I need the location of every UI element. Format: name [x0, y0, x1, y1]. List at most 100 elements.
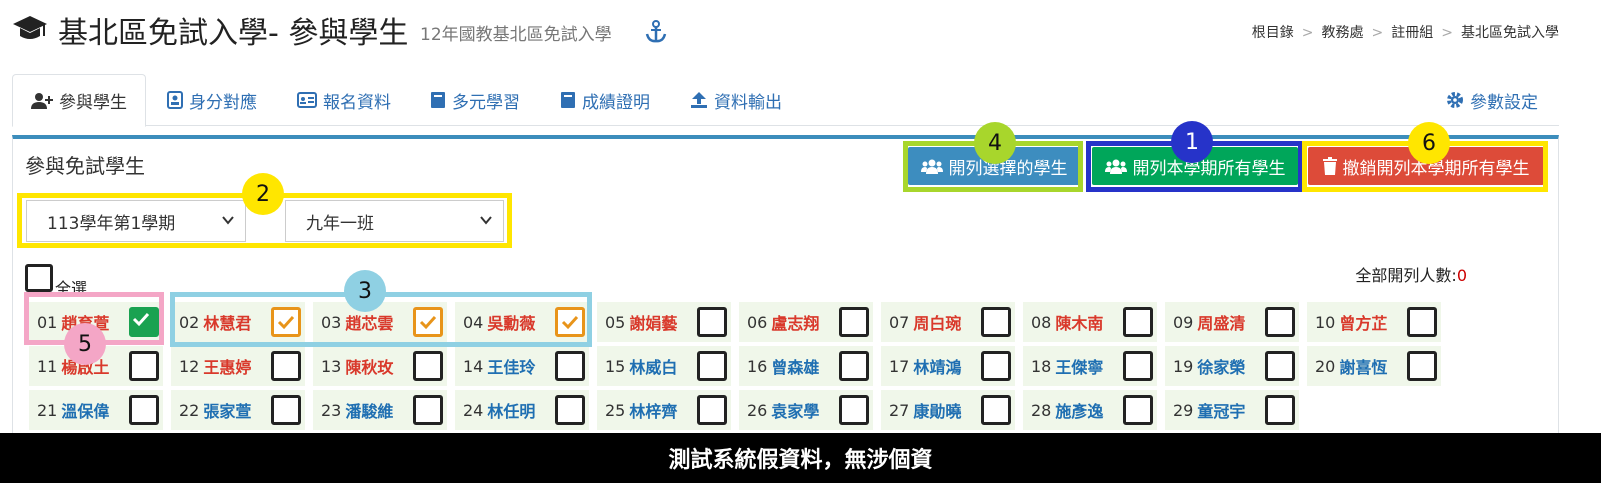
student-checkbox[interactable] [1123, 395, 1153, 425]
student-name: 曾森雄 [771, 358, 820, 377]
student-checkbox[interactable] [981, 307, 1011, 337]
student-checkbox[interactable] [1265, 395, 1295, 425]
student-cell[interactable]: 16 曾森雄 [739, 346, 873, 386]
student-checkbox[interactable] [839, 395, 869, 425]
student-checkbox[interactable] [1265, 307, 1295, 337]
student-cell[interactable]: 21 溫保偉 [29, 390, 163, 430]
student-checkbox[interactable] [555, 395, 585, 425]
student-seat-number: 02 [179, 312, 200, 332]
student-cell[interactable]: 23 潘駿維 [313, 390, 447, 430]
student-checkbox[interactable] [271, 351, 301, 381]
student-checkbox[interactable] [1123, 307, 1153, 337]
student-cell[interactable]: 10 曾方芷 [1307, 302, 1441, 342]
student-checkbox[interactable] [271, 395, 301, 425]
breadcrumb-item[interactable]: 根目錄 [1252, 25, 1294, 41]
student-checkbox[interactable] [555, 307, 585, 337]
student-name: 袁家學 [771, 402, 820, 421]
student-checkbox[interactable] [1123, 351, 1153, 381]
check-icon [132, 312, 150, 327]
student-checkbox[interactable] [1407, 307, 1437, 337]
student-cell[interactable]: 27 康勛曉 [881, 390, 1015, 430]
anchor-icon[interactable] [645, 20, 667, 44]
student-checkbox[interactable] [129, 307, 159, 337]
tab-label: 參與學生 [59, 93, 127, 113]
chevron-down-icon [222, 216, 234, 225]
annotation-badge-2: 2 [242, 173, 284, 215]
student-checkbox[interactable] [981, 395, 1011, 425]
student-cell[interactable]: 03 趙芯雲 [313, 302, 447, 342]
student-cell[interactable]: 09 周盛清 [1165, 302, 1299, 342]
student-checkbox[interactable] [413, 351, 443, 381]
student-seat-number: 04 [463, 312, 484, 332]
student-cell[interactable]: 08 陳木南 [1023, 302, 1157, 342]
tab-bar: 參與學生 身分對應 報名資料 多元學習 成績證明 資料輸出 參數設定 [12, 74, 1559, 127]
student-cell[interactable]: 18 王傑寧 [1023, 346, 1157, 386]
student-cell[interactable]: 15 林威白 [597, 346, 731, 386]
student-name: 曾方芷 [1339, 314, 1388, 333]
student-cell[interactable]: 13 陳秋玫 [313, 346, 447, 386]
student-cell[interactable]: 04 吳勳薇 [455, 302, 589, 342]
student-name: 徐家榮 [1197, 358, 1246, 377]
student-cell[interactable]: 19 徐家榮 [1165, 346, 1299, 386]
semester-select[interactable]: 113學年第1學期 [26, 200, 246, 242]
tab-settings[interactable]: 參數設定 [1446, 74, 1538, 126]
student-cell[interactable]: 26 袁家學 [739, 390, 873, 430]
student-seat-number: 11 [37, 356, 58, 376]
student-cell[interactable]: 14 王佳玲 [455, 346, 589, 386]
student-name: 吳勳薇 [487, 314, 536, 333]
student-cell[interactable]: 25 林梓齊 [597, 390, 731, 430]
student-checkbox[interactable] [271, 307, 301, 337]
tab-registration-data[interactable]: 報名資料 [297, 74, 391, 126]
student-checkbox[interactable] [555, 351, 585, 381]
trash-icon [1322, 157, 1337, 175]
student-cell[interactable]: 22 張家萱 [171, 390, 305, 430]
check-icon [561, 315, 579, 330]
student-name: 謝娟藝 [629, 314, 678, 333]
student-cell[interactable]: 17 林靖鴻 [881, 346, 1015, 386]
student-checkbox[interactable] [839, 351, 869, 381]
student-checkbox[interactable] [1407, 351, 1437, 381]
student-name: 王惠婷 [203, 358, 252, 377]
select-all-checkbox[interactable] [25, 264, 53, 292]
tab-participating-students[interactable]: 參與學生 [12, 74, 146, 127]
id-badge-icon [167, 91, 183, 109]
student-checkbox[interactable] [981, 351, 1011, 381]
book-icon [561, 92, 575, 108]
breadcrumb: 根目錄 > 教務處 > 註冊組 > 基北區免試入學 [1251, 25, 1559, 41]
student-checkbox[interactable] [697, 351, 727, 381]
student-checkbox[interactable] [697, 395, 727, 425]
tab-identity-mapping[interactable]: 身分對應 [167, 74, 257, 126]
student-checkbox[interactable] [1265, 351, 1295, 381]
student-checkbox[interactable] [129, 351, 159, 381]
student-checkbox[interactable] [413, 307, 443, 337]
breadcrumb-item[interactable]: 教務處 [1322, 25, 1364, 41]
student-cell[interactable]: 05 謝娟藝 [597, 302, 731, 342]
student-checkbox[interactable] [697, 307, 727, 337]
student-cell[interactable]: 28 施彥逸 [1023, 390, 1157, 430]
student-checkbox[interactable] [839, 307, 869, 337]
student-cell[interactable]: 02 林慧君 [171, 302, 305, 342]
student-name: 康勛曉 [913, 402, 962, 421]
student-cell[interactable]: 24 林任明 [455, 390, 589, 430]
student-checkbox[interactable] [129, 395, 159, 425]
student-seat-number: 23 [321, 400, 342, 420]
student-cell[interactable]: 29 童冠宇 [1165, 390, 1299, 430]
student-seat-number: 22 [179, 400, 200, 420]
tab-data-export[interactable]: 資料輸出 [690, 74, 782, 126]
student-seat-number: 05 [605, 312, 626, 332]
student-cell[interactable]: 07 周白琬 [881, 302, 1015, 342]
breadcrumb-item[interactable]: 註冊組 [1391, 25, 1433, 41]
page-title: 基北區免試入學- 參與學生 [58, 16, 409, 51]
tab-label: 身分對應 [189, 92, 257, 113]
student-cell[interactable]: 20 謝喜恆 [1307, 346, 1441, 386]
student-cell[interactable]: 06 盧志翔 [739, 302, 873, 342]
tab-label: 資料輸出 [714, 92, 782, 113]
tab-grade-certificate[interactable]: 成績證明 [560, 74, 650, 126]
student-checkbox[interactable] [413, 395, 443, 425]
student-name: 林任明 [487, 402, 536, 421]
tab-diverse-learning[interactable]: 多元學習 [430, 74, 520, 126]
student-name: 潘駿維 [345, 402, 394, 421]
class-select[interactable]: 九年一班 [285, 200, 504, 242]
student-seat-number: 20 [1315, 356, 1336, 376]
student-cell[interactable]: 12 王惠婷 [171, 346, 305, 386]
